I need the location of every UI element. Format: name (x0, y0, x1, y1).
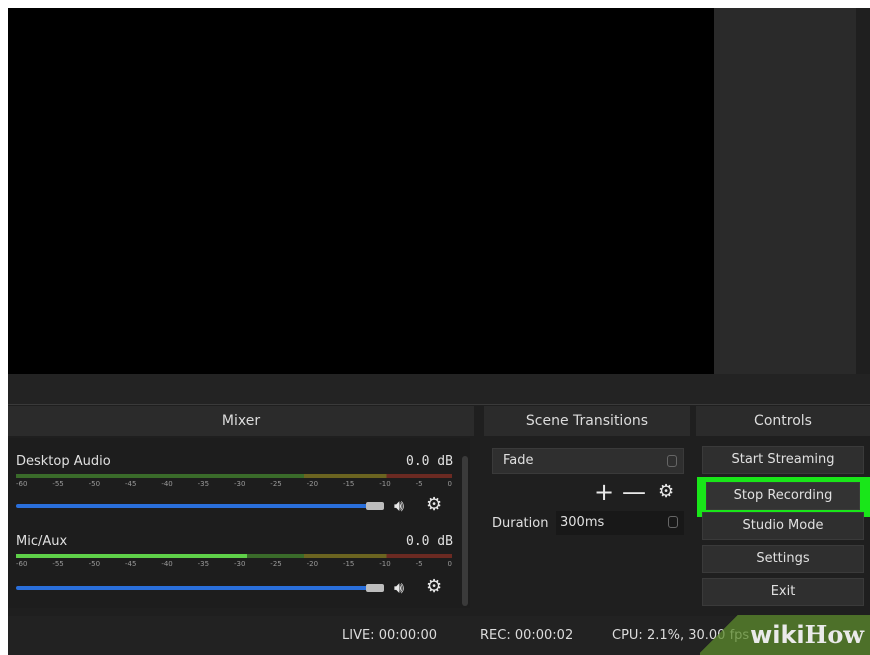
wikihow-logo: wikiHow (750, 620, 864, 649)
track-name-mic-aux: Mic/Aux (16, 534, 68, 549)
duration-label: Duration (492, 516, 549, 531)
studio-mode-button[interactable]: Studio Mode (702, 512, 864, 540)
tick-label: -50 (88, 560, 101, 568)
tick-label: -20 (306, 560, 319, 568)
tick-label: -10 (379, 480, 391, 488)
settings-button[interactable]: Settings (702, 545, 864, 573)
tick-label: -45 (124, 560, 137, 568)
tick-label: -15 (342, 480, 355, 488)
tick-label: -5 (415, 480, 423, 488)
tick-label: -30 (233, 560, 246, 568)
tick-label: -35 (197, 480, 210, 488)
start-streaming-button[interactable]: Start Streaming (702, 446, 864, 474)
obs-window: Mixer Scene Transitions Controls Desktop… (8, 8, 870, 655)
rec-timer: REC: 00:00:02 (480, 628, 574, 643)
mixer-scrollbar[interactable] (462, 456, 468, 606)
volume-meter-fill-mic-aux (16, 554, 247, 558)
stop-recording-button[interactable]: Stop Recording (706, 482, 860, 510)
tick-label: 0 (447, 560, 452, 568)
preview-side-panel (714, 8, 856, 374)
preview-canvas[interactable] (8, 8, 714, 374)
transition-select[interactable]: Fade (492, 448, 684, 474)
gear-icon[interactable]: ⚙ (426, 496, 442, 514)
tick-label: -10 (379, 560, 391, 568)
spin-arrows-icon[interactable] (668, 516, 678, 528)
volume-slider-desktop-audio[interactable] (16, 504, 370, 508)
live-timer: LIVE: 00:00:00 (342, 628, 438, 643)
gear-icon[interactable]: ⚙ (658, 483, 674, 501)
exit-button[interactable]: Exit (702, 578, 864, 606)
dropdown-arrow-icon (667, 455, 677, 467)
track-level-mic-aux: 0.0 dB (406, 534, 453, 549)
tick-label: -15 (342, 560, 355, 568)
mixer-dock-title: Mixer (8, 406, 474, 436)
tick-label: -20 (306, 480, 319, 488)
tick-label: 0 (447, 480, 452, 488)
speaker-icon[interactable]: 🔊︎ (394, 580, 404, 596)
tick-label: -60 (16, 480, 28, 488)
tick-label: -45 (124, 480, 137, 488)
transition-select-value: Fade (503, 453, 534, 468)
tick-label: -40 (161, 480, 173, 488)
dock-splitter[interactable] (8, 374, 870, 405)
tick-label: -55 (52, 560, 64, 568)
tick-label: -30 (233, 480, 246, 488)
speaker-icon[interactable]: 🔊︎ (394, 498, 404, 514)
meter-ticks-desktop-audio: -60 -55 -50 -45 -40 -35 -30 -25 -20 -15 … (16, 480, 452, 490)
volume-slider-thumb[interactable] (366, 502, 384, 510)
duration-value: 300ms (560, 515, 605, 530)
transitions-dock-title: Scene Transitions (484, 406, 690, 436)
controls-dock-title: Controls (696, 406, 870, 436)
add-transition-icon[interactable]: + (594, 480, 614, 504)
tick-label: -25 (270, 560, 282, 568)
tick-label: -25 (270, 480, 282, 488)
tick-label: -40 (161, 560, 173, 568)
tick-label: -5 (415, 560, 423, 568)
wikihow-logo-wiki: wiki (750, 621, 805, 649)
volume-meter-desktop-audio (16, 474, 452, 478)
track-name-desktop-audio: Desktop Audio (16, 454, 111, 469)
tick-label: -50 (88, 480, 101, 488)
track-level-desktop-audio: 0.0 dB (406, 454, 453, 469)
meter-ticks-mic-aux: -60 -55 -50 -45 -40 -35 -30 -25 -20 -15 … (16, 560, 452, 570)
remove-transition-icon[interactable]: — (622, 480, 646, 504)
wikihow-logo-how: How (804, 620, 864, 649)
volume-slider-thumb[interactable] (366, 584, 384, 592)
gear-icon[interactable]: ⚙ (426, 578, 442, 596)
volume-slider-mic-aux[interactable] (16, 586, 370, 590)
tick-label: -35 (197, 560, 210, 568)
tick-label: -55 (52, 480, 64, 488)
tick-label: -60 (16, 560, 28, 568)
mixer-panel: Desktop Audio 0.0 dB -60 -55 -50 -45 -40… (8, 438, 470, 608)
duration-spinbox[interactable]: 300ms (556, 511, 684, 535)
